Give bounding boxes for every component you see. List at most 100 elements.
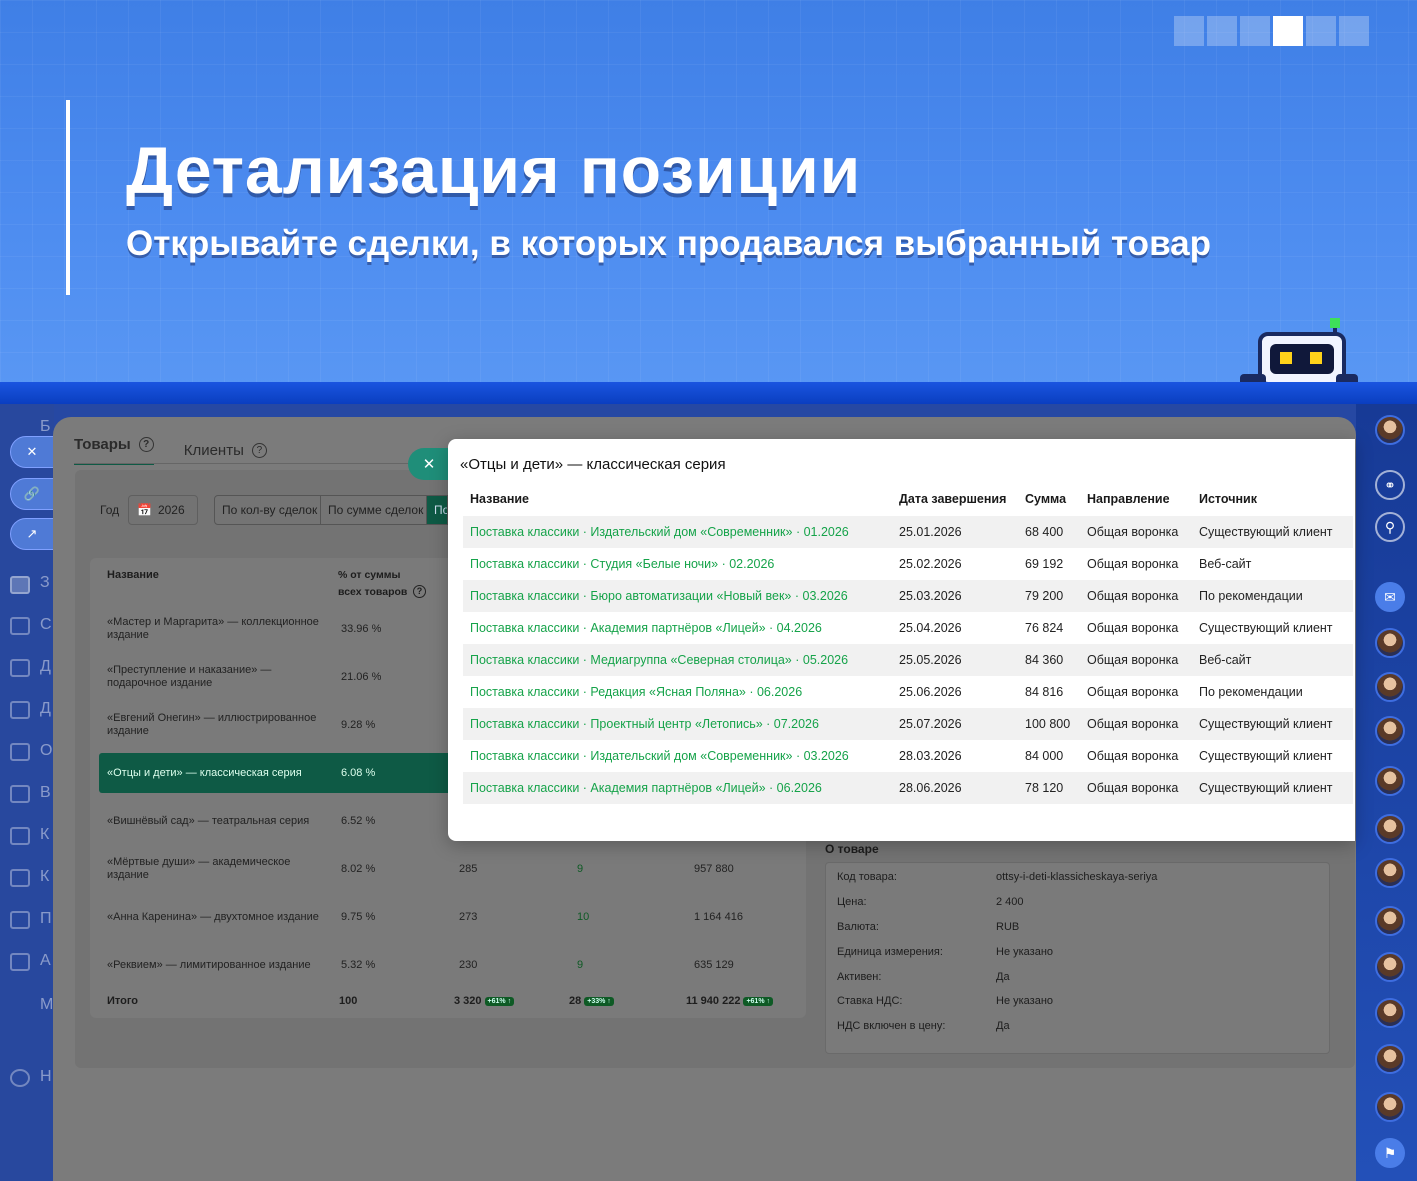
row-name: «Анна Каренина» — двухтомное издание	[107, 911, 319, 923]
deal-link[interactable]: Поставка классики · Проектный центр «Лет…	[470, 717, 819, 731]
deal-row: Поставка классики · Медиагруппа «Северна…	[463, 644, 1353, 676]
deal-funnel: Общая воронка	[1087, 653, 1179, 667]
deal-sum: 76 824	[1025, 621, 1064, 635]
deal-funnel: Общая воронка	[1087, 685, 1179, 699]
contact-avatar[interactable]	[1375, 814, 1405, 844]
deal-source: Существующий клиент	[1199, 717, 1333, 731]
deal-link[interactable]: Поставка классики · Медиагруппа «Северна…	[470, 653, 848, 667]
row-percent: 21.06 %	[341, 671, 382, 683]
contact-avatar[interactable]	[1375, 952, 1405, 982]
slide-dot	[1306, 16, 1336, 46]
link-icon[interactable]: 🔗	[10, 478, 54, 510]
pen-icon[interactable]	[10, 911, 30, 929]
help-icon[interactable]: ?	[413, 585, 426, 598]
table-row[interactable]: «Реквием» — лимитированное издание 5.32 …	[99, 959, 799, 979]
deal-source: Существующий клиент	[1199, 525, 1333, 539]
tasks-icon[interactable]	[10, 576, 30, 594]
row-percent: 6.08 %	[341, 767, 376, 779]
messages-icon[interactable]: ✉	[1375, 582, 1405, 612]
banner-subtitle: Открывайте сделки, в которых продавался …	[126, 224, 1211, 263]
about-value: Не указано	[996, 946, 1054, 958]
segment-by-count[interactable]: По кол-ву сделок	[214, 495, 326, 525]
chat-search-icon[interactable]: ⚲	[1375, 512, 1405, 542]
table-row[interactable]: «Анна Каренина» — двухтомное издание 9.7…	[99, 911, 799, 931]
row-name: «Отцы и дети» — классическая серия	[107, 767, 302, 779]
row-percent: 9.75 %	[341, 911, 376, 923]
deal-funnel: Общая воронка	[1087, 621, 1179, 635]
deal-source: Существующий клиент	[1199, 781, 1333, 795]
deals-modal: «Отцы и дети» — классическая серия Назва…	[448, 439, 1355, 841]
contact-avatar[interactable]	[1375, 716, 1405, 746]
contact-avatar[interactable]	[1375, 858, 1405, 888]
deal-sum: 69 192	[1025, 557, 1064, 571]
segment-partial[interactable]: По	[426, 495, 448, 525]
deal-source: Существующий клиент	[1199, 621, 1333, 635]
year-value: 2026	[157, 503, 185, 517]
table-row[interactable]: «Мёртвые души» — академическое издание 8…	[99, 856, 799, 890]
deal-link[interactable]: Поставка классики · Академия партнёров «…	[470, 781, 822, 795]
robot-icon[interactable]	[10, 953, 30, 971]
deal-date: 25.06.2026	[899, 685, 962, 699]
deal-date: 28.06.2026	[899, 781, 962, 795]
document-icon[interactable]	[10, 659, 30, 677]
contact-avatar[interactable]	[1375, 1092, 1405, 1122]
tab-label: Товары	[74, 436, 131, 453]
contact-avatar[interactable]	[1375, 672, 1405, 702]
deal-date: 25.02.2026	[899, 557, 962, 571]
nav-letter: А	[40, 952, 51, 969]
user-avatar[interactable]	[1375, 415, 1405, 445]
bookmark-icon[interactable]: ⚑	[1375, 1138, 1405, 1168]
bell-icon[interactable]: ⚭	[1375, 470, 1405, 500]
deal-funnel: Общая воронка	[1087, 781, 1179, 795]
shield-icon[interactable]	[10, 827, 30, 845]
help-icon[interactable]: ?	[138, 437, 154, 452]
deal-link[interactable]: Поставка классики · Издательский дом «Со…	[470, 525, 849, 539]
row-sum: 635 129	[694, 959, 734, 971]
nav-letter: С	[40, 616, 52, 633]
contact-avatar[interactable]	[1375, 1044, 1405, 1074]
row-sum: 957 880	[694, 863, 734, 875]
deal-link[interactable]: Поставка классики · Бюро автоматизации «…	[470, 589, 848, 603]
deal-link[interactable]: Поставка классики · Редакция «Ясная Поля…	[470, 685, 802, 699]
edit-icon[interactable]	[10, 869, 30, 887]
deal-source: Существующий клиент	[1199, 749, 1333, 763]
deal-date: 25.01.2026	[899, 525, 962, 539]
deal-source: Веб-сайт	[1199, 557, 1252, 571]
deal-link[interactable]: Поставка классики · Студия «Белые ночи» …	[470, 557, 774, 571]
column-header-name: Название	[107, 569, 159, 581]
about-title: О товаре	[825, 842, 879, 856]
contact-avatar[interactable]	[1375, 998, 1405, 1028]
deal-date: 25.07.2026	[899, 717, 962, 731]
row-name: «Мастер и Маргарита» — коллекционное изд…	[107, 616, 319, 641]
about-label: Цена:	[837, 896, 867, 908]
tab-products[interactable]: Товары ?	[74, 436, 154, 465]
close-slider-button[interactable]: ✕	[10, 436, 54, 468]
row-count: 9	[577, 959, 584, 971]
tab-clients[interactable]: Клиенты ?	[184, 436, 267, 465]
chart-icon[interactable]	[10, 785, 30, 803]
nav-letter: В	[40, 784, 51, 801]
close-modal-button[interactable]: ✕	[408, 448, 450, 480]
nav-letter: Б	[40, 418, 51, 435]
year-picker[interactable]: 📅 2026	[128, 495, 198, 525]
dashboard-icon[interactable]	[10, 701, 30, 719]
row-name: «Мёртвые души» — академическое издание	[107, 856, 291, 881]
about-value: RUB	[996, 921, 1020, 933]
deal-link[interactable]: Поставка классики · Академия партнёров «…	[470, 621, 822, 635]
about-row: Ставка НДС: Не указано	[837, 995, 1317, 1007]
settings-icon[interactable]	[10, 1069, 30, 1087]
segment-by-sum[interactable]: По сумме сделок	[320, 495, 432, 525]
calendar-icon: 📅	[137, 503, 152, 517]
help-icon[interactable]: ?	[251, 443, 267, 458]
contact-avatar[interactable]	[1375, 906, 1405, 936]
inbox-icon[interactable]	[10, 617, 30, 635]
deal-row: Поставка классики · Издательский дом «Со…	[463, 740, 1353, 772]
column-header-sum: Сумма	[1025, 492, 1067, 506]
deal-sum: 68 400	[1025, 525, 1064, 539]
contact-avatar[interactable]	[1375, 766, 1405, 796]
total-count-text: 28	[569, 995, 582, 1007]
open-external-icon[interactable]: ↗	[10, 518, 54, 550]
calendar-icon[interactable]	[10, 743, 30, 761]
contact-avatar[interactable]	[1375, 628, 1405, 658]
deal-link[interactable]: Поставка классики · Издательский дом «Со…	[470, 749, 849, 763]
